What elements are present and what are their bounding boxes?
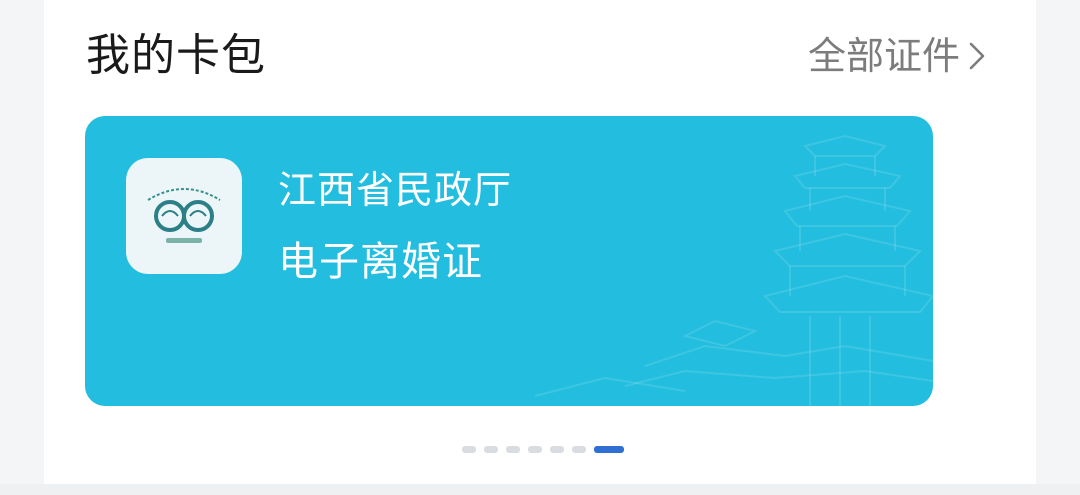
pager-dot[interactable]: [506, 446, 520, 453]
chevron-right-icon: [969, 42, 985, 70]
pager-dot[interactable]: [572, 446, 586, 453]
all-certificates-label: 全部证件: [807, 34, 960, 78]
carousel-pager: [462, 446, 624, 453]
certificate-card[interactable]: 江西省民政厅 电子离婚证: [85, 116, 933, 406]
issuer-logo: [126, 158, 242, 274]
section-divider: [0, 484, 1080, 495]
card-wallet-panel: 我的卡包 全部证件 江西省民政厅 电子离婚证: [44, 0, 1036, 484]
civil-affairs-emblem-icon: [147, 188, 221, 243]
all-certificates-link[interactable]: 全部证件: [808, 33, 988, 79]
pager-dot[interactable]: [462, 446, 476, 453]
pager-dot[interactable]: [528, 446, 542, 453]
section-title: 我的卡包: [86, 30, 266, 81]
pager-dot-active[interactable]: [594, 446, 624, 453]
issuer-name: 江西省民政厅: [278, 168, 513, 212]
pager-dot[interactable]: [550, 446, 564, 453]
pager-dot[interactable]: [484, 446, 498, 453]
certificate-name: 电子离婚证: [278, 239, 483, 285]
